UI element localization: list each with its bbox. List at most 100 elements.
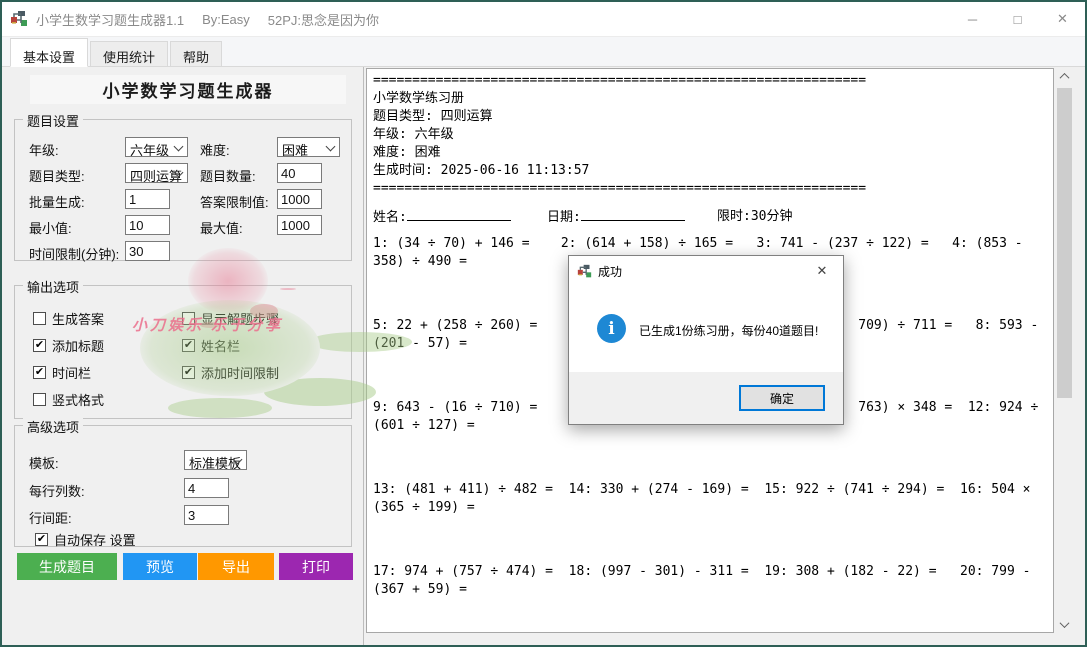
problem-text: 17: 974 + (757 ÷ 474) = 18: (997 - 301) … bbox=[373, 563, 1047, 581]
dialog-app-icon bbox=[577, 264, 592, 279]
checkbox-box[interactable] bbox=[33, 312, 46, 325]
checkbox-box[interactable] bbox=[33, 393, 46, 406]
group-question-settings: 题目设置 年级: 六年级 难度: 困难 题目类型: 四则运算 题目数量: 批量生… bbox=[14, 119, 352, 261]
minimize-icon[interactable]: ─ bbox=[950, 2, 995, 36]
checkbox-label: 生成答案 bbox=[52, 309, 104, 328]
tab-help[interactable]: 帮助 bbox=[170, 41, 222, 66]
checkbox-box[interactable]: ✔ bbox=[33, 339, 46, 352]
vertical-scrollbar[interactable] bbox=[1056, 68, 1073, 633]
app-icon bbox=[10, 10, 28, 28]
checkbox-label: 自动保存 设置 bbox=[54, 530, 136, 549]
batch-input[interactable] bbox=[125, 189, 170, 209]
date-label: 日期: bbox=[547, 208, 685, 226]
time-limit-text: 限时:30分钟 bbox=[717, 208, 792, 226]
min-input[interactable] bbox=[125, 215, 170, 235]
problem-text: (367 + 59) = bbox=[373, 581, 1047, 599]
answer-limit-label: 答案限制值: bbox=[200, 192, 269, 211]
checkbox-label: 时间栏 bbox=[52, 363, 91, 382]
count-input[interactable] bbox=[277, 163, 322, 183]
worksheet-grade: 年级: 六年级 bbox=[373, 126, 1047, 144]
answer-limit-input[interactable] bbox=[277, 189, 322, 209]
grade-select[interactable]: 六年级 bbox=[125, 137, 188, 157]
max-input[interactable] bbox=[277, 215, 322, 235]
info-icon: i bbox=[597, 314, 626, 343]
window-tagline: 52PJ:思念是因为你 bbox=[268, 10, 379, 29]
checkbox-label: 竖式格式 bbox=[52, 390, 104, 409]
scrollbar-thumb[interactable] bbox=[1057, 88, 1072, 398]
type-select[interactable]: 四则运算 bbox=[125, 163, 188, 183]
time-limit-label: 时间限制(分钟): bbox=[29, 244, 119, 263]
checkbox-time-field[interactable]: ✔ 时间栏 bbox=[33, 363, 91, 382]
name-label: 姓名: bbox=[373, 208, 511, 226]
checkbox-box[interactable]: ✔ bbox=[35, 533, 48, 546]
window-controls: ─ □ ✕ bbox=[950, 2, 1085, 36]
count-label: 题目数量: bbox=[200, 166, 256, 185]
group-question-settings-label: 题目设置 bbox=[23, 111, 83, 130]
problem-row: 13: (481 + 411) ÷ 482 = 14: 330 + (274 -… bbox=[373, 481, 1047, 517]
batch-label: 批量生成: bbox=[29, 192, 85, 211]
min-label: 最小值: bbox=[29, 218, 72, 237]
difficulty-select[interactable]: 困难 bbox=[277, 137, 340, 157]
row-spacing-input[interactable] bbox=[184, 505, 229, 525]
dialog-close-icon[interactable]: ✕ bbox=[801, 256, 843, 286]
problem-text: 13: (481 + 411) ÷ 482 = 14: 330 + (274 -… bbox=[373, 481, 1047, 499]
template-label: 模板: bbox=[29, 453, 59, 472]
window-title: 小学生数学习题生成器1.1 bbox=[36, 10, 184, 29]
template-select[interactable]: 标准模板 bbox=[184, 450, 247, 470]
window-byline: By:Easy bbox=[202, 12, 250, 27]
columns-input[interactable] bbox=[184, 478, 229, 498]
dialog-title: 成功 bbox=[598, 263, 622, 280]
ok-button[interactable]: 确定 bbox=[739, 385, 825, 411]
export-button[interactable]: 导出 bbox=[198, 553, 274, 580]
date-underline bbox=[581, 208, 685, 221]
worksheet-title: 小学数学练习册 bbox=[373, 90, 1047, 108]
dialog-title-bar: 成功 ✕ bbox=[569, 256, 843, 286]
dialog-body: i 已生成1份练习册，每份40道题目! bbox=[569, 286, 843, 374]
panel-title: 小学数学习题生成器 bbox=[30, 75, 346, 104]
checkbox-box[interactable] bbox=[182, 312, 195, 325]
tab-usage-stats[interactable]: 使用统计 bbox=[90, 41, 168, 66]
checkbox-name-field[interactable]: ✔ 姓名栏 bbox=[182, 336, 240, 355]
group-advanced-options-label: 高级选项 bbox=[23, 417, 83, 436]
title-bar: 小学生数学习题生成器1.1 By:Easy 52PJ:思念是因为你 ─ □ ✕ bbox=[2, 2, 1085, 37]
settings-panel: 小学数学习题生成器 题目设置 年级: 六年级 难度: 困难 题目类型: 四则运算… bbox=[2, 67, 364, 645]
checkbox-box[interactable]: ✔ bbox=[182, 339, 195, 352]
scroll-up-icon[interactable] bbox=[1056, 68, 1073, 85]
divider-line: ========================================… bbox=[373, 72, 1047, 90]
close-icon[interactable]: ✕ bbox=[1040, 2, 1085, 36]
divider-line: ========================================… bbox=[373, 180, 1047, 198]
checkbox-autosave[interactable]: ✔ 自动保存 设置 bbox=[35, 530, 136, 549]
dialog-footer: 确定 bbox=[569, 372, 843, 424]
dialog-message: 已生成1份练习册，每份40道题目! bbox=[639, 322, 818, 339]
generate-button[interactable]: 生成题目 bbox=[17, 553, 117, 580]
preview-button[interactable]: 预览 bbox=[123, 553, 197, 580]
maximize-icon[interactable]: □ bbox=[995, 2, 1040, 36]
name-underline bbox=[407, 208, 511, 221]
checkbox-show-steps[interactable]: 显示解题步骤 bbox=[182, 309, 279, 328]
checkbox-label: 添加时间限制 bbox=[201, 363, 279, 382]
group-output-options: 输出选项 生成答案 显示解题步骤 ✔ 添加标题 ✔ 姓名栏 ✔ 时间栏 bbox=[14, 285, 352, 419]
time-limit-input[interactable] bbox=[125, 241, 170, 261]
columns-label: 每行列数: bbox=[29, 481, 85, 500]
scroll-down-icon[interactable] bbox=[1056, 616, 1073, 633]
checkbox-box[interactable]: ✔ bbox=[33, 366, 46, 379]
print-button[interactable]: 打印 bbox=[279, 553, 353, 580]
problem-text: (365 ÷ 199) = bbox=[373, 499, 1047, 517]
checkbox-generate-answers[interactable]: 生成答案 bbox=[33, 309, 104, 328]
checkbox-label: 显示解题步骤 bbox=[201, 309, 279, 328]
problem-row: 17: 974 + (757 ÷ 474) = 18: (997 - 301) … bbox=[373, 563, 1047, 599]
problem-text: 1: (34 ÷ 70) + 146 = 2: (614 + 158) ÷ 16… bbox=[373, 235, 1047, 253]
row-spacing-label: 行间距: bbox=[29, 508, 72, 527]
tab-basic-settings[interactable]: 基本设置 bbox=[10, 38, 88, 67]
worksheet-timestamp: 生成时间: 2025-06-16 11:13:57 bbox=[373, 162, 1047, 180]
name-date-line: 姓名: 日期: 限时:30分钟 bbox=[373, 208, 1047, 226]
checkbox-box[interactable]: ✔ bbox=[182, 366, 195, 379]
type-label: 题目类型: bbox=[29, 166, 85, 185]
checkbox-add-time-limit[interactable]: ✔ 添加时间限制 bbox=[182, 363, 279, 382]
checkbox-label: 添加标题 bbox=[52, 336, 104, 355]
checkbox-add-title[interactable]: ✔ 添加标题 bbox=[33, 336, 104, 355]
checkbox-vertical-format[interactable]: 竖式格式 bbox=[33, 390, 104, 409]
group-advanced-options: 高级选项 模板: 标准模板 每行列数: 行间距: ✔ 自动保存 设置 bbox=[14, 425, 352, 547]
worksheet-difficulty: 难度: 困难 bbox=[373, 144, 1047, 162]
max-label: 最大值: bbox=[200, 218, 243, 237]
